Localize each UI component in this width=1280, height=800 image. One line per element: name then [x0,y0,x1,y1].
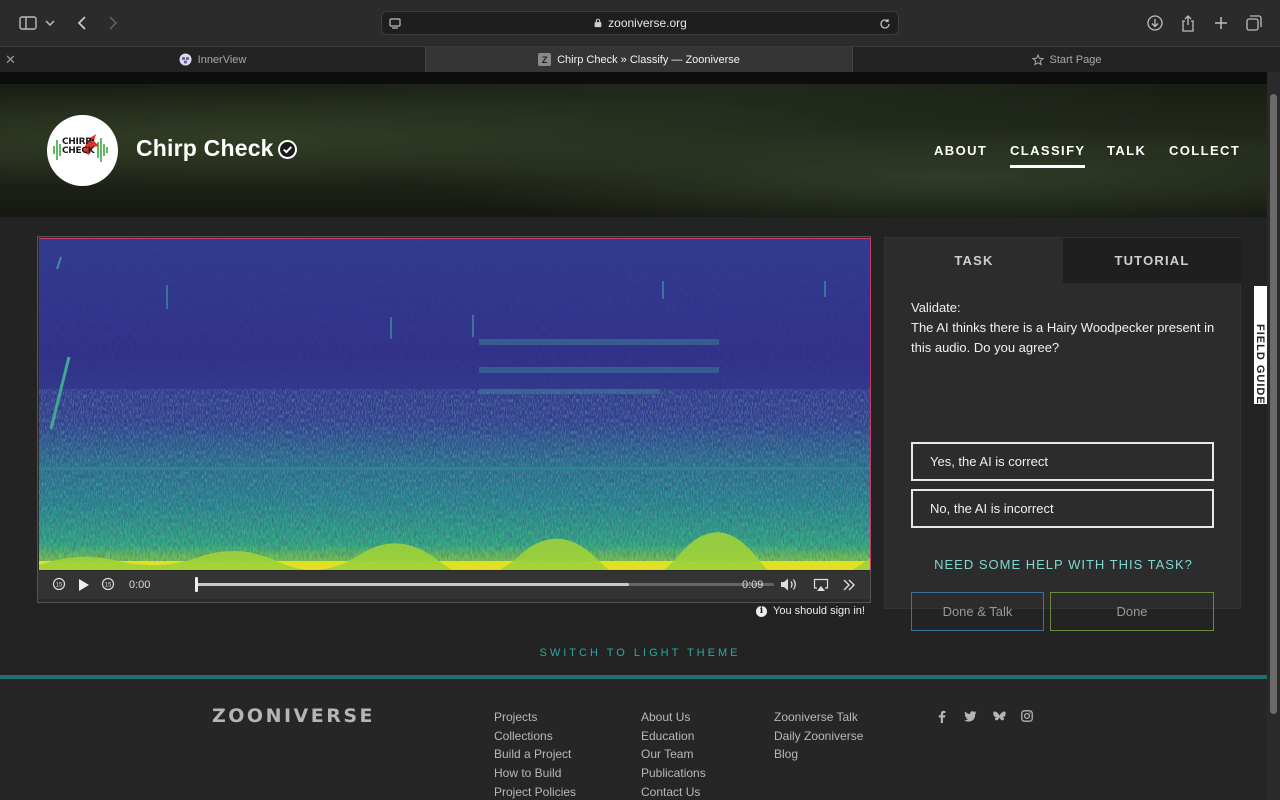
star-icon [1031,53,1044,66]
footer-column-about: About Us Education Our Team Publications… [641,708,706,800]
instagram-icon[interactable] [1020,709,1034,723]
seek-buffered [195,583,630,586]
sign-in-notice[interactable]: i You should sign in! [756,605,865,617]
back-icon[interactable] [70,11,94,35]
footer-link[interactable]: Zooniverse Talk [774,708,863,727]
sign-in-text: You should sign in! [773,605,865,617]
reload-icon[interactable] [879,18,891,30]
page-settings-icon[interactable] [389,18,401,29]
footer-link[interactable]: Build a Project [494,745,576,764]
scrollbar-thumb[interactable] [1270,94,1277,714]
nav-classify[interactable]: CLASSIFY [1010,143,1086,168]
footer-link[interactable]: How to Build [494,764,576,783]
forward-15-icon[interactable]: 15 [101,577,115,594]
tab-task[interactable]: TASK [885,238,1063,283]
question-title: Validate: [911,300,961,315]
help-link[interactable]: NEED SOME HELP WITH THIS TASK? [885,557,1242,572]
switch-theme-link[interactable]: SWITCH TO LIGHT THEME [0,647,1267,659]
bluesky-icon[interactable] [992,709,1006,723]
zooniverse-logo-text: ZOONIVERSE [212,705,376,727]
tab-label: InnerView [197,53,247,66]
question-text: The AI thinks there is a Hairy Woodpecke… [911,320,1215,355]
footer-link[interactable]: Blog [774,745,863,764]
tab-tutorial[interactable]: TUTORIAL [1063,238,1241,283]
tab-start-page[interactable]: Start Page [853,47,1280,72]
field-guide-label: FIELD GUIDE [1254,324,1266,404]
subject-viewer: 15 15 0:00 0:09 [37,236,871,603]
footer-link[interactable]: Project Policies [494,783,576,800]
project-header: CHIRP CHECK Chirp Check ABOUT CLASSIFY TA… [0,84,1267,217]
svg-text:15: 15 [56,583,63,589]
footer-link[interactable]: Publications [641,764,706,783]
done-and-talk-button[interactable]: Done & Talk [911,592,1044,631]
share-icon[interactable] [1176,11,1200,35]
browser-toolbar: zooniverse.org [0,0,1280,46]
page-scrollbar[interactable] [1267,72,1280,800]
rewind-15-icon[interactable]: 15 [52,577,66,594]
tab-chirp-check[interactable]: Z Chirp Check » Classify — Zooniverse [425,47,853,72]
spectrogram-image[interactable] [39,238,871,570]
footer-link[interactable]: Our Team [641,745,706,764]
tab-bar: ✕ InnerView Z Chirp Check » Classify — Z… [0,46,1280,72]
footer-link[interactable]: Projects [494,708,576,727]
verified-badge-icon [278,140,297,159]
airplay-icon[interactable] [813,578,829,595]
footer-link[interactable]: Daily Zooniverse [774,727,863,746]
logo-text: CHIRP CHECK [62,137,95,156]
footer-column-projects: Projects Collections Build a Project How… [494,708,576,800]
audio-player: 15 15 0:00 0:09 [38,571,870,599]
chevron-down-icon[interactable] [41,11,59,35]
footer-link[interactable]: Contact Us [641,783,706,800]
forward-icon[interactable] [101,11,125,35]
twitter-icon[interactable] [963,709,977,723]
answer-no-button[interactable]: No, the AI is incorrect [911,489,1214,528]
zooniverse-logo[interactable]: ZOONIVERSE [212,705,375,727]
info-icon: i [756,605,767,617]
page-content: CHIRP CHECK Chirp Check ABOUT CLASSIFY TA… [0,72,1267,800]
footer-link[interactable]: Education [641,727,706,746]
tab-innerview[interactable]: InnerView [0,47,425,72]
field-guide-tab[interactable]: FIELD GUIDE [1254,286,1267,404]
play-icon[interactable] [78,578,90,595]
answer-yes-button[interactable]: Yes, the AI is correct [911,442,1214,481]
duration-time: 0:09 [742,579,764,591]
top-strip [0,72,1267,84]
tab-overview-icon[interactable] [1242,11,1266,35]
address-bar[interactable]: zooniverse.org [381,11,899,35]
project-title[interactable]: Chirp Check [136,135,274,162]
innerview-favicon-icon [179,53,192,66]
svg-text:15: 15 [105,583,112,589]
new-tab-icon[interactable] [1209,11,1233,35]
task-question: Validate: The AI thinks there is a Hairy… [911,298,1221,358]
task-panel: TASK TUTORIAL Validate: The AI thinks th… [884,237,1242,631]
url-text: zooniverse.org [608,16,687,30]
more-controls-icon[interactable] [842,578,856,595]
sidebar-toggle-icon[interactable] [16,11,40,35]
volume-icon[interactable] [780,577,800,595]
nav-collect[interactable]: COLLECT [1169,143,1240,158]
current-time: 0:00 [129,579,151,591]
nav-talk[interactable]: TALK [1107,143,1146,158]
seek-handle[interactable] [195,577,198,592]
seek-bar[interactable] [195,583,774,586]
footer-link[interactable]: Collections [494,727,576,746]
footer-column-talk: Zooniverse Talk Daily Zooniverse Blog [774,708,863,764]
lock-icon [594,18,602,28]
facebook-icon[interactable] [935,709,949,723]
downloads-icon[interactable] [1143,11,1167,35]
footer-link[interactable]: About Us [641,708,706,727]
project-avatar[interactable]: CHIRP CHECK [47,115,118,186]
tab-label: Chirp Check » Classify — Zooniverse [557,53,740,66]
nav-about[interactable]: ABOUT [934,143,987,158]
done-button[interactable]: Done [1050,592,1214,631]
tab-label: Start Page [1049,53,1102,66]
zooniverse-favicon-icon: Z [538,53,552,66]
site-footer: ZOONIVERSE Projects Collections Build a … [0,675,1267,800]
